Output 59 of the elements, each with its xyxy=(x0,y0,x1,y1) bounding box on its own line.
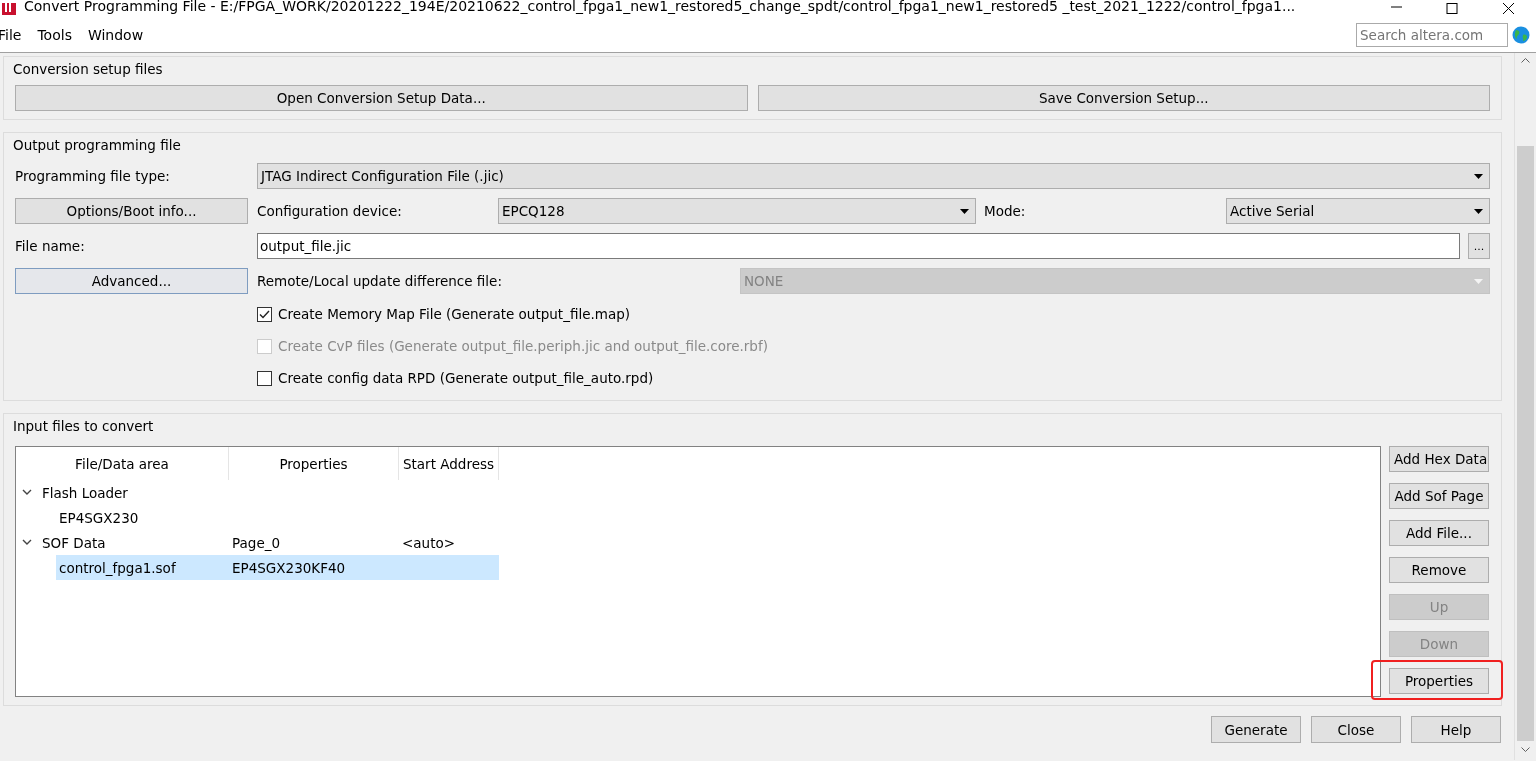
menu-item[interactable]: Tools xyxy=(37,26,82,43)
dropdown-arrow-icon xyxy=(1474,173,1483,179)
scrollbar-thumb[interactable] xyxy=(1517,146,1534,741)
checkbox[interactable] xyxy=(257,370,272,386)
side-button[interactable]: Remove xyxy=(1389,557,1489,583)
group-title: Output programming file xyxy=(13,137,182,153)
tree-cell: <auto> xyxy=(402,534,455,551)
dialog-button[interactable]: Close xyxy=(1311,716,1401,743)
advanced-button[interactable]: Advanced... xyxy=(15,268,248,294)
tree-cell: SOF Data xyxy=(42,534,106,551)
field-label: Configuration device: xyxy=(257,203,403,219)
browse-button[interactable]: ... xyxy=(1468,233,1490,259)
dropdown-arrow-icon xyxy=(1474,208,1483,214)
scroll-down-icon[interactable] xyxy=(1521,747,1530,753)
tree-row[interactable]: SOF Data Page_0 <auto> xyxy=(16,530,499,555)
scroll-up-icon[interactable] xyxy=(1521,57,1530,63)
side-button[interactable]: Add Sof Page xyxy=(1389,483,1489,509)
dialog-button[interactable]: Generate xyxy=(1211,716,1301,743)
file-name-field[interactable]: output_file.jic xyxy=(257,233,1460,259)
globe-icon[interactable] xyxy=(1512,25,1530,44)
tree-cell: control_fpga1.sof xyxy=(59,559,176,576)
dropdown-arrow-icon xyxy=(1474,278,1483,284)
group-title: Input files to convert xyxy=(13,418,155,434)
dropdown-arrow-icon xyxy=(960,208,969,214)
side-button[interactable]: Add Hex Data xyxy=(1389,446,1489,472)
field-label: Mode: xyxy=(984,203,1027,219)
dialog-button[interactable]: Help xyxy=(1411,716,1501,743)
tree-cell: EP4SGX230KF40 xyxy=(232,559,346,576)
options-button[interactable]: Options/Boot info... xyxy=(15,198,248,224)
field-label: Programming file type: xyxy=(15,168,171,184)
group-title: Conversion setup files xyxy=(13,61,164,77)
window-title: Convert Programming File - E:/FPGA_WORK/20201222_194E/20210622_control_fpga1_new1_restored5_change_spdt/control_fpga1_new1_restored5 _test_2021_1222/control_fpga1... xyxy=(24,0,1297,15)
checkbox-label: Create config data RPD (Generate output_file_auto.rpd) xyxy=(278,370,654,386)
column-header[interactable]: File/Data area xyxy=(75,455,169,472)
tree-row[interactable]: control_fpga1.sof EP4SGX230KF40 xyxy=(56,555,499,580)
field-label: Remote/Local update difference file: xyxy=(257,273,503,289)
chevron-icon[interactable] xyxy=(22,539,32,546)
column-header[interactable]: Start Address xyxy=(402,455,494,472)
search-field[interactable]: Search altera.com xyxy=(1356,22,1508,47)
tree-cell: Page_0 xyxy=(232,534,281,551)
menu-item[interactable]: File xyxy=(0,26,32,43)
side-button[interactable]: Add File... xyxy=(1389,520,1489,546)
checkbox-label: Create CvP files (Generate output_file.periph.jic and output_file.core.rbf) xyxy=(278,338,768,354)
file-type-dropdown[interactable]: JTAG Indirect Configuration File (.jic) xyxy=(257,163,1490,189)
tree-row[interactable]: Flash Loader xyxy=(16,480,499,505)
device-dropdown[interactable]: EPCQ128 xyxy=(498,198,976,224)
mode-dropdown[interactable]: Active Serial xyxy=(1226,198,1490,224)
tree-cell: EP4SGX230 xyxy=(59,509,139,526)
field-label: File name: xyxy=(15,238,86,254)
chevron-icon[interactable] xyxy=(22,489,32,496)
checkbox[interactable] xyxy=(257,306,272,322)
checkbox-label: Create Memory Map File (Generate output_file.map) xyxy=(278,306,630,322)
setup-button[interactable]: Save Conversion Setup... xyxy=(757,85,1490,111)
menu-item[interactable]: Window xyxy=(87,26,154,43)
setup-button[interactable]: Open Conversion Setup Data... xyxy=(15,85,748,111)
column-header[interactable]: Properties xyxy=(279,455,348,472)
side-button[interactable]: Properties xyxy=(1389,668,1489,694)
tree-row[interactable]: EP4SGX230 xyxy=(56,505,499,530)
tree-cell: Flash Loader xyxy=(42,484,128,501)
